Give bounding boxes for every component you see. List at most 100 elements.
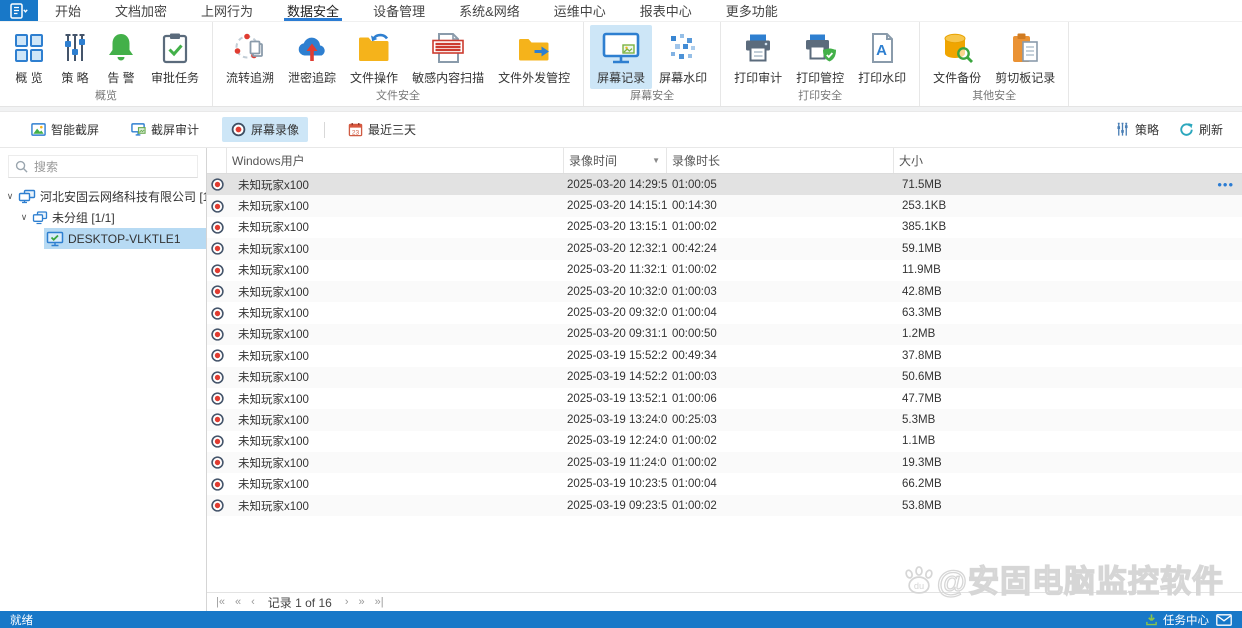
table-row[interactable]: 未知玩家x1002025-03-20 14:29:5901:00:0571.5M… (207, 174, 1242, 195)
ribbon-button-overview[interactable]: 概 览 (6, 25, 52, 89)
cell-record-duration: 01:00:05 (667, 179, 894, 191)
record-cell (207, 221, 227, 234)
table-row[interactable]: 未知玩家x1002025-03-19 10:23:5601:00:0466.2M… (207, 473, 1242, 494)
ribbon-button-label: 屏幕水印 (659, 69, 707, 86)
ribbon-button-screen-watermark[interactable]: 屏幕水印 (652, 25, 714, 89)
ribbon-button-file-ops[interactable]: 文件操作 (343, 25, 405, 89)
record-cell (207, 499, 227, 512)
table-row[interactable]: 未知玩家x1002025-03-19 13:52:1701:00:0647.7M… (207, 388, 1242, 409)
task-center-label: 任务中心 (1163, 612, 1209, 628)
pager-prev-button[interactable]: ‹ (248, 596, 258, 608)
filter-arrow-icon[interactable]: ▼ (652, 156, 660, 165)
table-row[interactable]: 未知玩家x1002025-03-20 14:15:1600:14:30253.1… (207, 195, 1242, 216)
ribbon-group-label: 概览 (0, 89, 212, 106)
computer-icon (46, 231, 64, 247)
ribbon-button-file-backup[interactable]: 文件备份 (926, 25, 988, 89)
menu-tab-1[interactable]: 开始 (38, 0, 98, 21)
column-header-大小[interactable]: 大小 (894, 148, 1242, 173)
tree-node-level1[interactable]: ∨未分组 [1/1] (0, 207, 206, 228)
ribbon-button-screen-record[interactable]: 屏幕记录 (590, 25, 652, 89)
cell-size: 37.8MB (894, 350, 1242, 362)
cell-record-time: 2025-03-20 14:15:16 (564, 200, 667, 212)
message-icon[interactable] (1216, 614, 1232, 626)
menu-tab-9[interactable]: 更多功能 (709, 0, 795, 21)
pager: |« « ‹ 记录 1 of 16 › » »| (207, 592, 1242, 611)
menu-tab-3[interactable]: 上网行为 (184, 0, 270, 21)
ribbon-button-file-outgoing[interactable]: 文件外发管控 (491, 25, 577, 89)
ribbon-button-flow-trace[interactable]: 流转追溯 (219, 25, 281, 89)
table-row[interactable]: 未知玩家x1002025-03-19 09:23:5301:00:0253.8M… (207, 495, 1242, 516)
tree-node-label: 河北安固云网络科技有限公司 [1/1] (40, 188, 206, 205)
table-row[interactable]: 未知玩家x1002025-03-19 15:52:2700:49:3437.8M… (207, 345, 1242, 366)
device-tree: ∨ 河北安固云网络科技有限公司 [1/1] ∨未分组 [1/1]DESKTOP-VL… (0, 186, 206, 249)
table-body: 未知玩家x1002025-03-20 14:29:5901:00:0571.5M… (207, 174, 1242, 516)
tree-node-selected[interactable]: DESKTOP-VLKTLE1 (0, 228, 206, 249)
column-header-label: 录像时间 (569, 152, 617, 169)
ribbon-button-label: 打印审计 (734, 69, 782, 86)
cell-record-duration: 01:00:04 (667, 307, 894, 319)
screen-video-icon (231, 122, 246, 137)
ribbon-button-label: 文件外发管控 (498, 69, 570, 86)
cell-record-duration: 01:00:03 (667, 371, 894, 383)
app-menu-button[interactable] (0, 0, 38, 21)
menu-tab-5[interactable]: 设备管理 (356, 0, 442, 21)
column-header-Windows用户[interactable]: Windows用户 (227, 148, 564, 173)
ribbon-group-label: 屏幕安全 (584, 89, 720, 106)
menu-tab-4[interactable]: 数据安全 (270, 0, 356, 21)
cell-size: 66.2MB (894, 478, 1242, 490)
table-row[interactable]: 未知玩家x1002025-03-19 13:24:0500:25:035.3MB (207, 409, 1242, 430)
table-row[interactable]: 未知玩家x1002025-03-20 09:31:1200:00:501.2MB (207, 324, 1242, 345)
ribbon-button-approval-task[interactable]: 审批任务 (144, 25, 206, 89)
toolbar-right: 策略刷新 (1100, 117, 1228, 142)
ribbon-button-print-control[interactable]: 打印管控 (789, 25, 851, 89)
ribbon-button-alert-bell[interactable]: 告 警 (98, 25, 144, 89)
ribbon-button-policy[interactable]: 策 略 (52, 25, 98, 89)
toolbar-button-refresh[interactable]: 刷新 (1174, 117, 1228, 142)
toolbar-button-screen-video[interactable]: 屏幕录像 (222, 117, 308, 142)
pager-fast-next-button[interactable]: » (356, 596, 368, 608)
ribbon-button-label: 策 略 (61, 69, 88, 86)
record-dot-icon (211, 413, 224, 426)
search-input[interactable] (34, 160, 191, 174)
task-center-button[interactable]: 任务中心 (1145, 612, 1209, 628)
row-more-button[interactable]: ••• (1217, 174, 1234, 195)
table-row[interactable]: 未知玩家x1002025-03-20 09:32:0301:00:0463.3M… (207, 302, 1242, 323)
search-box (8, 155, 198, 178)
cell-size: 5.3MB (894, 414, 1242, 426)
ribbon-button-print-watermark[interactable]: A打印水印 (851, 25, 913, 89)
record-dot-icon (211, 478, 224, 491)
ribbon-button-clipboard-record[interactable]: 剪切板记录 (988, 25, 1062, 89)
column-header-录像时长[interactable]: 录像时长 (667, 148, 894, 173)
record-dot-icon (211, 349, 224, 362)
table-row[interactable]: 未知玩家x1002025-03-19 14:52:2401:00:0350.6M… (207, 367, 1242, 388)
cell-record-duration: 00:00:50 (667, 328, 894, 340)
table-row[interactable]: 未知玩家x1002025-03-20 10:32:0701:00:0342.8M… (207, 281, 1242, 302)
menu-tab-7[interactable]: 运维中心 (537, 0, 623, 21)
ribbon-button-leak-trace[interactable]: 泄密追踪 (281, 25, 343, 89)
table-row[interactable]: 未知玩家x1002025-03-20 12:32:1300:42:2459.1M… (207, 238, 1242, 259)
record-dot-icon (211, 371, 224, 384)
pager-last-button[interactable]: »| (372, 596, 387, 608)
cell-windows-user: 未知玩家x100 (227, 177, 564, 193)
toolbar-button-calendar[interactable]: 23最近三天 (339, 117, 425, 142)
table-row[interactable]: 未知玩家x1002025-03-19 11:24:0001:00:0219.3M… (207, 452, 1242, 473)
pager-first-button[interactable]: |« (213, 596, 228, 608)
toolbar-button-label: 屏幕录像 (251, 121, 299, 138)
tree-node-level0[interactable]: ∨ 河北安固云网络科技有限公司 [1/1] (0, 186, 206, 207)
pager-next-button[interactable]: › (342, 596, 352, 608)
table-row[interactable]: 未知玩家x1002025-03-20 11:32:1101:00:0211.9M… (207, 260, 1242, 281)
chevron-down-icon[interactable]: ∨ (4, 191, 16, 202)
chevron-down-icon[interactable]: ∨ (18, 212, 30, 223)
table-row[interactable]: 未知玩家x1002025-03-20 13:15:1401:00:02385.1… (207, 217, 1242, 238)
ribbon-button-print-audit[interactable]: 打印审计 (727, 25, 789, 89)
pager-fast-prev-button[interactable]: « (232, 596, 244, 608)
menu-tab-8[interactable]: 报表中心 (623, 0, 709, 21)
toolbar-button-policy-small[interactable]: 策略 (1110, 117, 1164, 142)
toolbar-button-smart-capture[interactable]: 智能截屏 (22, 117, 108, 142)
menu-tab-2[interactable]: 文档加密 (98, 0, 184, 21)
table-row[interactable]: 未知玩家x1002025-03-19 12:24:0301:00:021.1MB (207, 431, 1242, 452)
toolbar-button-capture-audit[interactable]: 截屏审计 (122, 117, 208, 142)
column-header-录像时间[interactable]: 录像时间 ▼ (564, 148, 667, 173)
ribbon-button-content-scan[interactable]: 敏感内容扫描 (405, 25, 491, 89)
menu-tab-6[interactable]: 系统&网络 (442, 0, 537, 21)
